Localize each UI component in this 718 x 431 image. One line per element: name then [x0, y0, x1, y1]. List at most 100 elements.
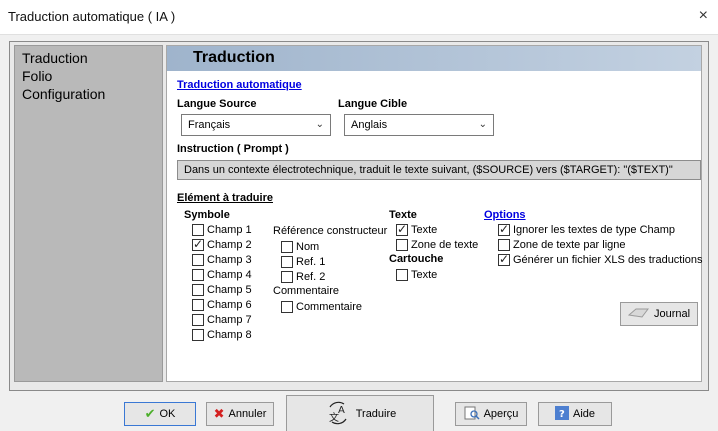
- checkbox-label: Champ 5: [207, 284, 252, 296]
- checkbox-label: Texte: [411, 269, 438, 281]
- window-title: Traduction automatique ( IA ): [8, 9, 176, 24]
- dialog-client: Traduction Folio Configuration Traductio…: [0, 34, 718, 431]
- checkbox-box: [498, 239, 510, 251]
- checkbox-box: [192, 314, 204, 326]
- preview-button[interactable]: Aperçu: [455, 402, 527, 426]
- svg-text:?: ?: [559, 409, 565, 420]
- auto-translation-link[interactable]: Traduction automatique: [177, 79, 302, 91]
- zone-par-ligne-checkbox[interactable]: Zone de texte par ligne: [498, 238, 626, 252]
- sidebar-item-traduction[interactable]: Traduction: [20, 50, 90, 66]
- target-language-value: Anglais: [351, 119, 388, 131]
- checkbox-label: Générer un fichier XLS des traductions: [513, 254, 703, 266]
- checkbox-label: Champ 6: [207, 299, 252, 311]
- help-icon: ?: [554, 405, 569, 423]
- ref-nom-checkbox[interactable]: Nom: [281, 240, 319, 254]
- translate-label: Traduire: [355, 408, 397, 420]
- champ2-checkbox[interactable]: Champ 2: [192, 237, 252, 252]
- checkbox-label: Ignorer les textes de type Champ: [513, 224, 676, 236]
- cartouche-texte-checkbox[interactable]: Texte: [396, 268, 437, 282]
- cancel-button[interactable]: ✖ Annuler: [206, 402, 274, 426]
- close-icon[interactable]: ×: [699, 8, 708, 24]
- zone-texte-checkbox[interactable]: Zone de texte: [396, 238, 478, 252]
- source-language-select[interactable]: Français ⌄: [181, 114, 331, 136]
- champ3-checkbox[interactable]: Champ 3: [192, 253, 252, 267]
- ref2-checkbox[interactable]: Ref. 2: [281, 270, 325, 284]
- preview-icon: [464, 406, 480, 423]
- symbole-title: Symbole: [184, 209, 230, 221]
- checkbox-label: Champ 1: [207, 224, 252, 236]
- checkbox-box: [192, 284, 204, 296]
- checkbox-box: [498, 222, 510, 236]
- checkbox-label: Champ 2: [207, 239, 252, 251]
- chevron-down-icon: ⌄: [478, 119, 487, 130]
- prompt-field[interactable]: Dans un contexte électrotechnique, tradu…: [177, 160, 701, 180]
- checkbox-box: [396, 269, 408, 281]
- checkbox-label: Ref. 1: [296, 256, 326, 268]
- ok-label: OK: [159, 408, 176, 420]
- source-language-value: Français: [188, 119, 231, 131]
- checkbox-label: Champ 4: [207, 269, 252, 281]
- ref1-checkbox[interactable]: Ref. 1: [281, 255, 325, 269]
- checkbox-label: Nom: [296, 241, 320, 253]
- content-header: Traduction: [167, 46, 701, 71]
- champ6-checkbox[interactable]: Champ 6: [192, 298, 252, 312]
- title-bar: Traduction automatique ( IA ) ×: [0, 0, 718, 34]
- checkbox-label: Champ 8: [207, 329, 252, 341]
- svg-text:文: 文: [329, 411, 339, 424]
- comment-title: Commentaire: [273, 285, 340, 297]
- checkbox-label: Champ 7: [207, 314, 252, 326]
- journal-icon: [627, 307, 650, 322]
- elements-section-title: Elément à traduire: [177, 192, 273, 204]
- comment-checkbox[interactable]: Commentaire: [281, 300, 362, 314]
- journal-button[interactable]: Journal: [620, 302, 698, 326]
- page-title: Traduction: [193, 49, 275, 66]
- checkbox-box: [281, 256, 293, 268]
- checkbox-label: Zone de texte par ligne: [513, 239, 626, 251]
- checkbox-label: Zone de texte: [411, 239, 479, 251]
- check-icon: ✔: [144, 406, 156, 421]
- target-language-select[interactable]: Anglais ⌄: [344, 114, 494, 136]
- checkbox-box: [192, 254, 204, 266]
- x-icon: ✖: [213, 406, 225, 421]
- checkbox-box: [192, 224, 204, 236]
- options-link[interactable]: Options: [484, 209, 526, 221]
- checkbox-box: [192, 237, 204, 251]
- checkbox-box: [396, 239, 408, 251]
- help-button[interactable]: ? Aide: [538, 402, 612, 426]
- translate-button[interactable]: A 文 Traduire: [286, 395, 434, 431]
- chevron-down-icon: ⌄: [315, 119, 324, 130]
- target-language-label: Langue Cible: [338, 98, 408, 110]
- source-language-label: Langue Source: [177, 98, 257, 110]
- checkbox-box: [498, 252, 510, 266]
- ignore-champ-checkbox[interactable]: Ignorer les textes de type Champ: [498, 222, 676, 237]
- checkbox-box: [396, 222, 408, 236]
- checkbox-label: Champ 3: [207, 254, 252, 266]
- checkbox-label: Commentaire: [296, 301, 363, 313]
- checkbox-box: [281, 271, 293, 283]
- champ1-checkbox[interactable]: Champ 1: [192, 223, 252, 237]
- champ8-checkbox[interactable]: Champ 8: [192, 328, 252, 342]
- sidebar-item-configuration[interactable]: Configuration: [20, 86, 107, 102]
- cancel-label: Annuler: [228, 408, 267, 420]
- generate-xls-checkbox[interactable]: Générer un fichier XLS des traductions: [498, 252, 703, 267]
- reference-title: Référence constructeur: [273, 225, 388, 237]
- champ4-checkbox[interactable]: Champ 4: [192, 268, 252, 282]
- champ7-checkbox[interactable]: Champ 7: [192, 313, 252, 327]
- sidebar: Traduction Folio Configuration: [14, 45, 163, 382]
- ok-button[interactable]: ✔ OK: [124, 402, 196, 426]
- texte-title: Texte: [389, 209, 417, 221]
- content-panel: Traduction Traduction automatique Langue…: [166, 45, 703, 382]
- translate-icon: A 文: [324, 401, 352, 428]
- journal-label: Journal: [653, 308, 691, 320]
- sidebar-item-folio[interactable]: Folio: [20, 68, 54, 84]
- checkbox-box: [281, 241, 293, 253]
- champ5-checkbox[interactable]: Champ 5: [192, 283, 252, 297]
- help-label: Aide: [572, 408, 596, 420]
- checkbox-box: [192, 329, 204, 341]
- texte-checkbox[interactable]: Texte: [396, 222, 437, 237]
- checkbox-box: [192, 299, 204, 311]
- preview-label: Aperçu: [483, 408, 519, 420]
- prompt-value: Dans un contexte électrotechnique, tradu…: [184, 164, 673, 176]
- prompt-label: Instruction ( Prompt ): [177, 143, 289, 155]
- svg-text:A: A: [338, 405, 345, 416]
